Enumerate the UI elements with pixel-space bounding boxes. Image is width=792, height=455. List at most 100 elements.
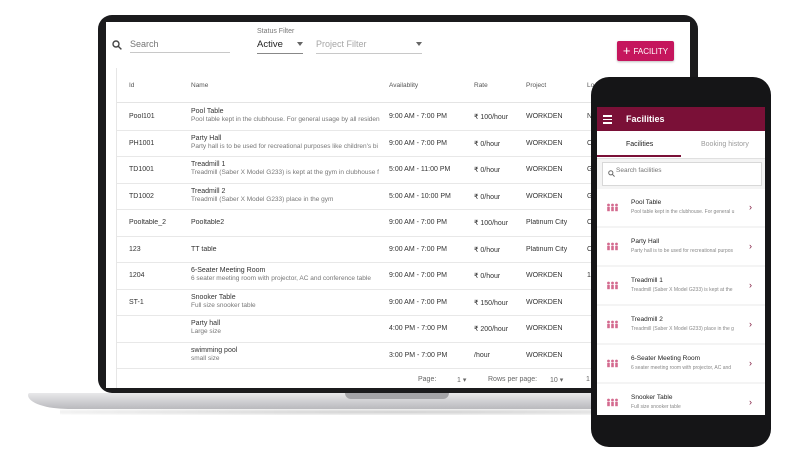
facility-card-subtitle: 6 seater meeting room with projector, AC… — [631, 365, 732, 371]
cell-rate: ₹ 0/hour — [474, 193, 501, 201]
facility-card[interactable]: Treadmill 2 Treadmill (Saber X Model G23… — [597, 306, 765, 343]
cell-availability: 9:00 AM - 7:00 PM — [389, 113, 447, 120]
cell-name: 6-Seater Meeting Room — [191, 267, 266, 274]
dropdown-caret-icon: ▾ — [462, 377, 467, 384]
add-facility-button[interactable]: + FACILITY — [617, 41, 674, 61]
cell-availability: 9:00 AM - 7:00 PM — [389, 272, 447, 279]
column-header-rate[interactable]: Rate — [474, 82, 488, 89]
page-select[interactable]: 1 ▾ — [457, 376, 466, 384]
app-bar: Facilities — [597, 107, 765, 131]
cell-description: Party hall is to be used for recreationa… — [191, 142, 378, 150]
cell-project: WORKDEN — [526, 325, 563, 332]
menu-icon[interactable] — [603, 115, 612, 124]
search-input[interactable] — [130, 36, 230, 53]
search-icon — [112, 40, 122, 50]
cell-id: 123 — [129, 245, 141, 253]
cell-description: Full size snooker table — [191, 301, 256, 309]
facility-card-subtitle: Treadmill (Saber X Model G233) place in … — [631, 326, 734, 332]
chevron-right-icon: › — [749, 241, 752, 251]
people-group-icon — [607, 320, 618, 329]
facility-card[interactable]: Pool Table Pool table kept in the clubho… — [597, 189, 765, 226]
facility-card-title: Snooker Table — [631, 394, 673, 401]
chevron-right-icon: › — [749, 319, 752, 329]
facility-search-input[interactable] — [616, 167, 756, 174]
cell-project: Platinum City — [526, 219, 568, 226]
cell-project: WORKDEN — [526, 166, 563, 173]
cell-description: Treadmill (Saber X Model G233) place in … — [191, 195, 334, 203]
cell-id: Pooltable_2 — [129, 219, 166, 226]
dropdown-caret-icon — [416, 42, 422, 46]
laptop-notch — [345, 393, 449, 399]
status-filter-value: Active — [257, 39, 283, 50]
facility-card-subtitle: Full size snooker table — [631, 404, 681, 410]
cell-description: Treadmill (Saber X Model G233) is kept a… — [191, 169, 379, 176]
cell-availability: 9:00 AM - 7:00 PM — [389, 219, 447, 226]
chevron-right-icon: › — [749, 202, 752, 212]
cell-availability: 9:00 AM - 7:00 PM — [389, 139, 447, 147]
dropdown-caret-icon: ▾ — [559, 377, 564, 384]
cell-name: Party hall — [191, 320, 221, 327]
rows-per-page-value: 10 — [550, 377, 558, 384]
column-header-availability[interactable]: Availablity — [389, 82, 418, 89]
cell-availability: 9:00 AM - 7:00 PM — [389, 298, 447, 306]
cell-id: 1204 — [129, 272, 145, 279]
rows-per-page-select[interactable]: 10 ▾ — [550, 376, 563, 384]
cell-name: Treadmill 2 — [191, 187, 226, 195]
tab-booking-history[interactable]: Booking history — [701, 141, 749, 148]
project-filter-select[interactable]: Project Filter — [316, 39, 422, 54]
facility-card[interactable]: Party Hall Party hall is to be used for … — [597, 228, 765, 265]
cell-project: WORKDEN — [526, 351, 563, 359]
cell-rate: ₹ 0/hour — [474, 246, 501, 254]
page-range-text: 1 — [586, 376, 590, 383]
cell-name: Pool Table — [191, 108, 224, 115]
active-tab-indicator — [597, 155, 681, 157]
cell-name: Snooker Table — [191, 293, 236, 301]
app-bar-title: Facilities — [626, 114, 665, 124]
facility-card[interactable]: Treadmill 1 Treadmill (Saber X Model G23… — [597, 267, 765, 304]
search-icon — [608, 170, 615, 177]
page-label: Page: — [418, 376, 437, 383]
facility-card[interactable]: 6-Seater Meeting Room 6 seater meeting r… — [597, 345, 765, 382]
cell-availability: 5:00 AM - 11:00 PM — [389, 166, 451, 173]
cell-availability: 9:00 AM - 7:00 PM — [389, 245, 447, 253]
add-facility-label: FACILITY — [633, 46, 669, 56]
cell-availability: 3:00 PM - 7:00 PM — [389, 351, 448, 359]
page-select-value: 1 — [457, 377, 461, 384]
cell-description: 6 seater meeting room with projector, AC… — [191, 275, 371, 282]
cell-rate: ₹ 0/hour — [474, 167, 501, 174]
column-header-name[interactable]: Name — [191, 82, 208, 89]
people-group-icon — [607, 203, 618, 212]
cell-rate: ₹ 150/hour — [474, 299, 509, 307]
cell-name: swimming pool — [191, 346, 238, 354]
tab-facilities[interactable]: Facilities — [626, 141, 653, 148]
column-header-id[interactable]: Id — [129, 82, 134, 89]
column-header-project[interactable]: Project — [526, 82, 546, 89]
cell-id: PH1001 — [129, 139, 155, 147]
facility-card-title: 6-Seater Meeting Room — [631, 355, 701, 362]
facility-card[interactable]: Snooker Table Full size snooker table › — [597, 384, 765, 415]
facility-card-subtitle: Party hall is to be used for recreationa… — [631, 248, 733, 254]
cell-id: TD1002 — [129, 192, 154, 200]
cell-availability: 4:00 PM - 7:00 PM — [389, 325, 448, 332]
cell-rate: ₹ 0/hour — [474, 273, 501, 280]
chevron-right-icon: › — [749, 280, 752, 290]
cell-project: WORKDEN — [526, 298, 563, 306]
cell-rate: ₹ 100/hour — [474, 114, 509, 121]
facility-card-subtitle: Pool table kept in the clubhouse. For ge… — [631, 209, 735, 215]
plus-icon: + — [622, 43, 631, 58]
cell-rate: ₹ 200/hour — [474, 326, 509, 333]
cell-project: WORKDEN — [526, 272, 563, 279]
people-group-icon — [607, 281, 618, 290]
cell-name: TT table — [191, 245, 217, 253]
facility-search-box[interactable] — [602, 162, 762, 186]
status-filter-select[interactable]: Active — [257, 39, 303, 54]
cell-project: WORKDEN — [526, 139, 563, 147]
cell-project: WORKDEN — [526, 113, 563, 120]
rows-per-page-label: Rows per page: — [488, 376, 538, 383]
facility-card-title: Treadmill 2 — [631, 316, 663, 323]
mobile-app-screen: Facilities Facilities Booking history Po… — [597, 107, 765, 415]
chevron-right-icon: › — [749, 397, 752, 407]
cell-id: Pool101 — [129, 113, 155, 120]
cell-project: Platinum City — [526, 245, 568, 253]
facility-card-title: Pool Table — [631, 199, 662, 206]
